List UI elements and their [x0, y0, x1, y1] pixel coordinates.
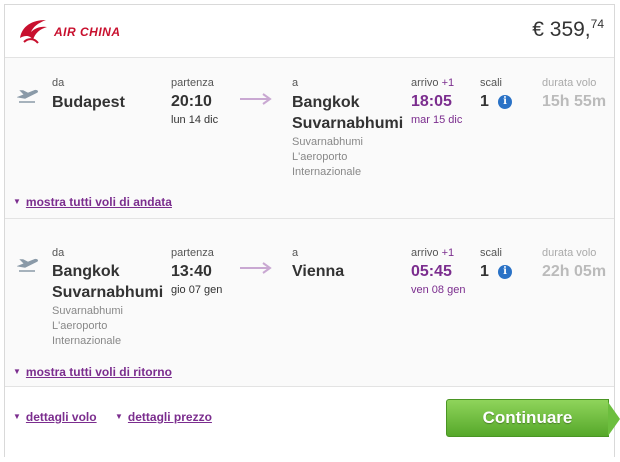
- arrival-date: mar 15 dic: [411, 114, 463, 126]
- plane-takeoff-icon: [17, 258, 38, 272]
- total-price: € 359,74: [532, 17, 604, 42]
- departure-time: 20:10: [171, 93, 212, 110]
- origin-airport-line: Internazionale: [52, 335, 122, 347]
- departure-date: lun 14 dic: [171, 114, 219, 126]
- destination-airport-line: L'aeroporto: [292, 151, 348, 163]
- airline-name: AIR CHINA: [54, 25, 121, 39]
- origin-city: Bangkok: [52, 263, 120, 280]
- airline-logo: AIR CHINA: [16, 16, 136, 48]
- destination-airport-line: Suvarnabhumi: [292, 136, 363, 148]
- arrival-label: arrivo +1: [411, 77, 455, 89]
- air-china-phoenix-icon: [20, 20, 47, 44]
- info-icon[interactable]: i: [498, 265, 512, 279]
- return-leg: da Bangkok Suvarnabhumi Suvarnabhumi L'a…: [5, 219, 614, 387]
- departure-label: partenza: [171, 247, 214, 259]
- arrival-time: 05:45: [411, 263, 452, 280]
- day-offset: +1: [441, 247, 455, 259]
- destination-city: Vienna: [292, 263, 345, 280]
- origin-airport-line: L'aeroporto: [52, 320, 108, 332]
- card-header: AIR CHINA € 359,74: [5, 5, 614, 58]
- from-label: da: [52, 247, 65, 259]
- flight-result-card: AIR CHINA € 359,74 da Budapest partenza …: [4, 4, 620, 458]
- from-label: da: [52, 77, 65, 89]
- caret-down-icon: ▼: [13, 197, 21, 206]
- show-all-outbound-link[interactable]: ▼ mostra tutti voli di andata: [13, 195, 172, 209]
- plane-takeoff-icon: [17, 89, 38, 103]
- destination-city-line2: Suvarnabhumi: [292, 115, 404, 132]
- destination-airport-line: Internazionale: [292, 166, 362, 178]
- stops-count: 1: [480, 263, 489, 280]
- departure-label: partenza: [171, 77, 214, 89]
- to-label: a: [292, 77, 299, 89]
- to-label: a: [292, 247, 299, 259]
- price-cents: 74: [590, 17, 604, 31]
- arrow-right-icon: [240, 262, 272, 274]
- arrow-right-icon: [240, 93, 272, 105]
- destination-city: Bangkok: [292, 94, 360, 111]
- duration-label: durata volo: [542, 247, 597, 259]
- caret-down-icon: ▼: [115, 412, 123, 421]
- outbound-leg: da Budapest partenza 20:10 lun 14 dic a …: [5, 58, 614, 219]
- duration-label: durata volo: [542, 77, 597, 89]
- stops-label: scali: [480, 247, 503, 259]
- price-main: € 359,: [532, 18, 591, 41]
- departure-time: 13:40: [171, 263, 212, 280]
- flight-duration: 15h 55m: [542, 93, 607, 110]
- arrival-time: 18:05: [411, 93, 452, 110]
- origin-city-line2: Suvarnabhumi: [52, 284, 164, 301]
- stops-label: scali: [480, 77, 503, 89]
- card-footer: ▼ dettagli volo ▼ dettagli prezzo Continua…: [5, 387, 620, 458]
- origin-airport-line: Suvarnabhumi: [52, 305, 123, 317]
- arrival-date: ven 08 gen: [411, 284, 466, 296]
- origin-city: Budapest: [52, 94, 125, 111]
- info-icon[interactable]: i: [498, 95, 512, 109]
- flight-details-link[interactable]: ▼ dettagli volo: [13, 410, 97, 424]
- flight-duration: 22h 05m: [542, 263, 607, 280]
- departure-date: gio 07 gen: [171, 284, 223, 296]
- show-all-return-link[interactable]: ▼ mostra tutti voli di ritorno: [13, 365, 172, 379]
- continue-button[interactable]: Continuare: [446, 399, 620, 437]
- day-offset: +1: [441, 77, 455, 89]
- stops-count: 1: [480, 93, 489, 110]
- price-details-link[interactable]: ▼ dettagli prezzo: [115, 410, 212, 424]
- caret-down-icon: ▼: [13, 367, 21, 376]
- arrival-label: arrivo +1: [411, 247, 455, 259]
- caret-down-icon: ▼: [13, 412, 21, 421]
